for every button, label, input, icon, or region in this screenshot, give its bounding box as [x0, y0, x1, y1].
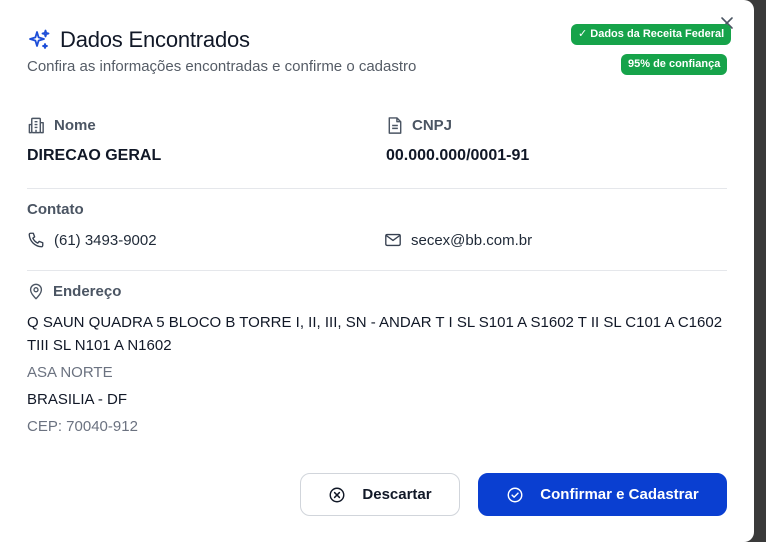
sparkles-icon: [29, 29, 50, 49]
divider: [27, 270, 727, 271]
confirm-register-button[interactable]: Confirmar e Cadastrar: [478, 473, 727, 516]
address-district: ASA NORTE: [27, 364, 113, 381]
email-value: secex@bb.com.br: [411, 231, 533, 249]
contato-label-text: Contato: [27, 201, 84, 218]
divider: [27, 188, 727, 189]
nome-label-text: Nome: [54, 117, 96, 134]
check-circle-icon: [507, 487, 523, 502]
nome-label: Nome: [27, 116, 96, 135]
dados-encontrados-dialog: Dados Encontrados Confira as informações…: [0, 0, 754, 542]
phone-row: (61) 3493-9002: [27, 231, 157, 249]
cnpj-value: 00.000.000/0001-91: [386, 147, 530, 164]
map-pin-icon: [29, 283, 43, 300]
mail-icon: [385, 233, 401, 247]
endereco-label: Endereço: [27, 282, 121, 301]
discard-label: Descartar: [362, 486, 432, 503]
contato-label: Contato: [27, 201, 84, 218]
phone-icon: [28, 232, 44, 248]
confidence-badge: 95% de confiança: [621, 54, 728, 75]
endereco-label-text: Endereço: [53, 283, 122, 300]
x-circle-icon: [329, 487, 345, 502]
receita-federal-badge: ✓ Dados da Receita Federal: [571, 24, 732, 45]
dialog-title: Dados Encontrados: [60, 27, 250, 52]
cnpj-label: CNPJ: [386, 116, 452, 135]
email-row: secex@bb.com.br: [384, 231, 532, 249]
address-street: Q SAUN QUADRA 5 BLOCO B TORRE I, II, III…: [27, 314, 723, 354]
nome-value: DIRECAO GERAL: [27, 147, 162, 164]
phone-value: (61) 3493-9002: [54, 231, 157, 249]
address-zip: CEP: 70040-912: [27, 418, 138, 435]
cnpj-label-text: CNPJ: [412, 117, 453, 134]
dialog-header: Dados Encontrados: [27, 27, 250, 53]
confirm-label: Confirmar e Cadastrar: [540, 486, 699, 503]
building-icon: [28, 117, 44, 134]
address-city: BRASILIA - DF: [27, 391, 128, 408]
discard-button[interactable]: Descartar: [300, 473, 460, 516]
document-icon: [388, 117, 402, 134]
dialog-subtitle: Confira as informações encontradas e con…: [27, 58, 417, 75]
